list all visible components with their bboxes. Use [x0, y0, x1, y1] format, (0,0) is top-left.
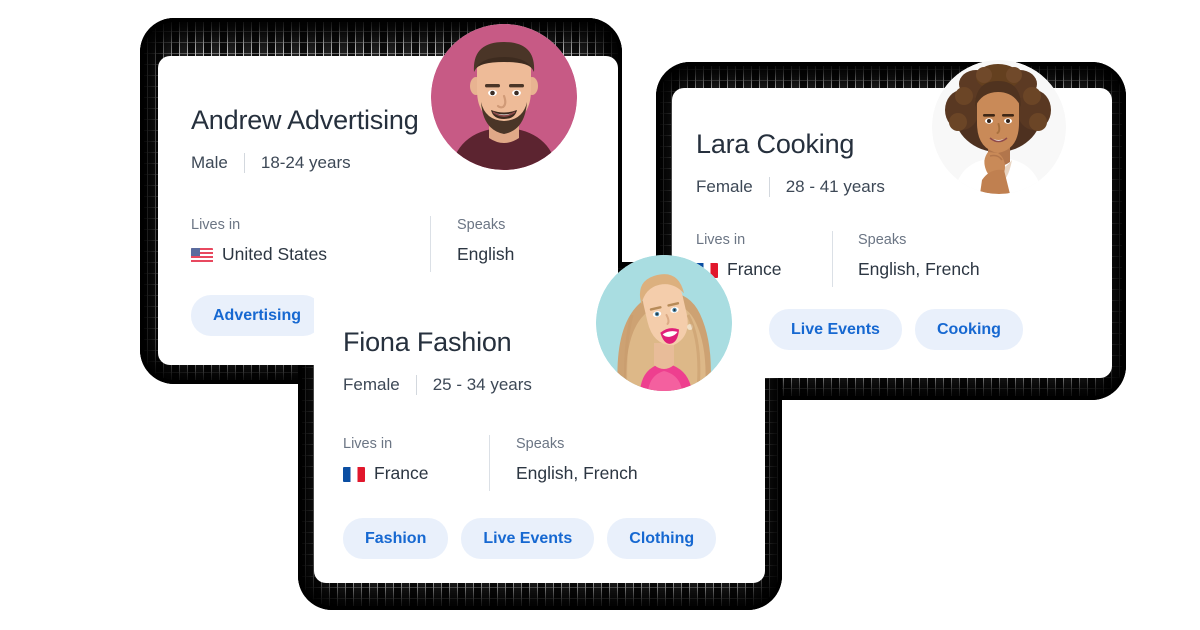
speaks-value: English: [457, 244, 515, 264]
meta-divider: [415, 375, 417, 395]
fact-speaks: Speaks English, French: [833, 231, 980, 280]
avatar-lara: [932, 60, 1066, 194]
profile-gender: Female: [343, 375, 400, 394]
interest-chips: Advertising: [191, 295, 324, 336]
fact-lives-in: Lives in United States: [191, 216, 430, 265]
profile-age: 18-24 years: [260, 153, 351, 172]
profile-facts: Lives in France Speaks English, French: [343, 435, 638, 491]
fact-speaks: Speaks English: [431, 216, 514, 265]
interest-chip[interactable]: Live Events: [461, 518, 595, 559]
avatar-fiona-illustration: [596, 255, 732, 391]
speaks-label: Speaks: [516, 436, 565, 452]
meta-divider: [243, 153, 245, 173]
avatar-fiona: [596, 255, 732, 391]
profile-cards-stage: Andrew Advertising Male 18-24 years Live…: [0, 0, 1200, 630]
lives-in-value: France: [343, 462, 489, 484]
profile-name: Andrew Advertising: [191, 105, 419, 135]
avatar-andrew-illustration: [431, 24, 577, 170]
fact-speaks: Speaks English, French: [490, 435, 638, 484]
interest-chip[interactable]: Clothing: [607, 518, 717, 559]
profile-name: Fiona Fashion: [343, 327, 512, 357]
lives-in-value: France: [696, 258, 832, 280]
flag-france-icon: [343, 466, 365, 482]
flag-united-states-icon: [191, 247, 213, 263]
speaks-value: English, French: [516, 463, 638, 483]
speaks-label: Speaks: [858, 232, 907, 248]
lives-in-label: Lives in: [696, 232, 746, 248]
interest-chip[interactable]: Advertising: [191, 295, 324, 336]
interest-chips: Live Events Cooking: [769, 309, 1023, 350]
fact-lives-in: Lives in France: [343, 435, 489, 484]
profile-facts: Lives in United States Speaks English: [191, 216, 514, 272]
avatar-lara-illustration: [932, 60, 1066, 194]
interest-chips: Fashion Live Events Clothing: [343, 518, 717, 559]
speaks-value: English, French: [858, 259, 980, 279]
interest-chip[interactable]: Fashion: [343, 518, 449, 559]
profile-facts: Lives in France Speaks English, French: [696, 231, 980, 287]
profile-age: 28 - 41 years: [785, 177, 885, 196]
speaks-label: Speaks: [457, 217, 506, 233]
profile-name: Lara Cooking: [696, 129, 855, 159]
avatar-andrew: [431, 24, 577, 170]
profile-age: 25 - 34 years: [432, 375, 532, 394]
profile-meta: Female 28 - 41 years: [696, 177, 885, 197]
lives-in-label: Lives in: [191, 217, 241, 233]
fact-lives-in: Lives in France: [696, 231, 832, 280]
profile-meta: Female 25 - 34 years: [343, 375, 532, 395]
profile-meta: Male 18-24 years: [191, 153, 351, 173]
interest-chip[interactable]: Live Events: [769, 309, 902, 350]
profile-gender: Male: [191, 153, 228, 172]
lives-in-value: United States: [191, 243, 430, 265]
interest-chip[interactable]: Cooking: [914, 309, 1023, 350]
lives-in-label: Lives in: [343, 436, 393, 452]
profile-gender: Female: [696, 177, 753, 196]
meta-divider: [768, 177, 770, 197]
